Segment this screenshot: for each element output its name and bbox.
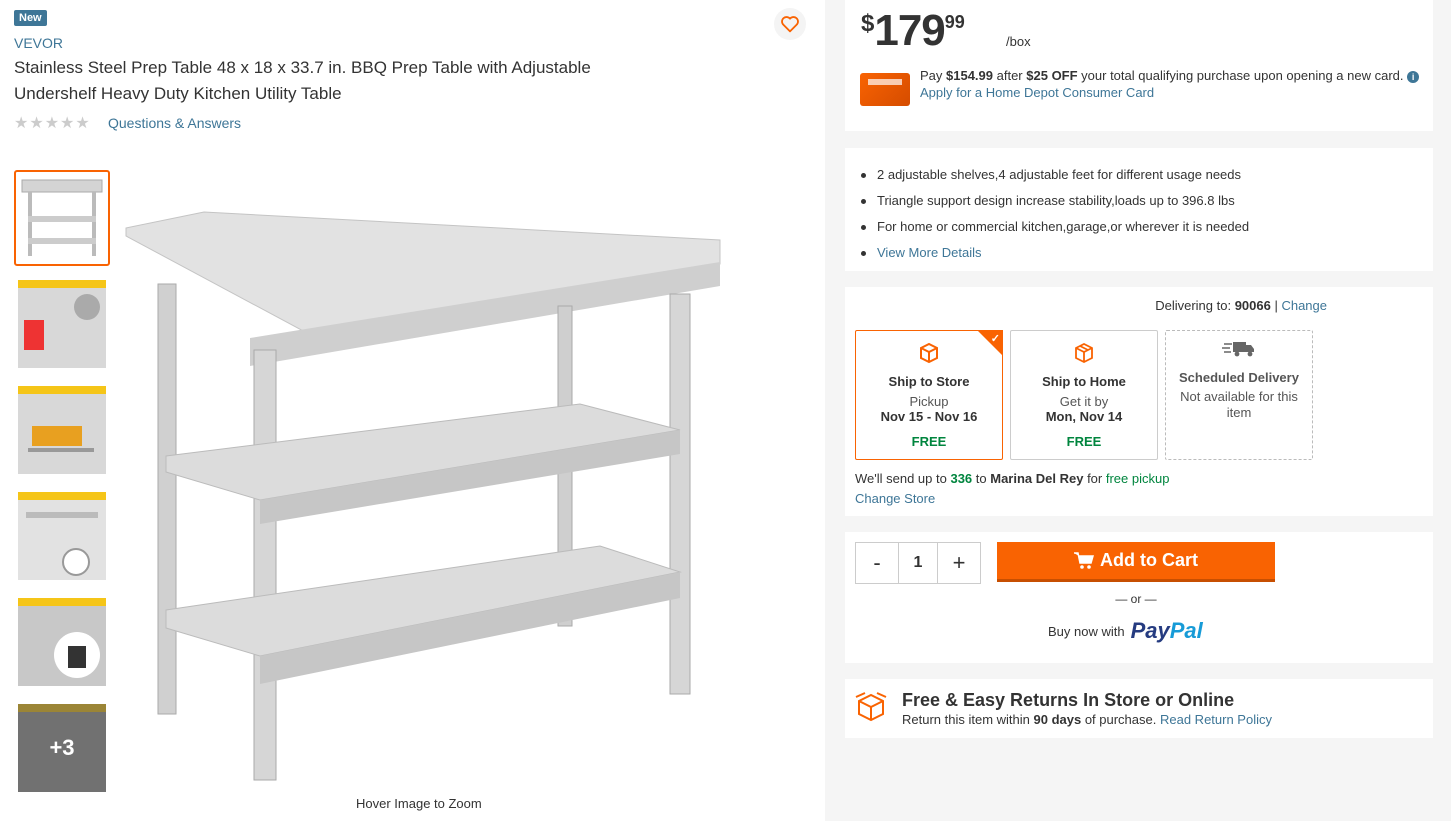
highlights-list: 2 adjustable shelves,4 adjustable feet f… bbox=[861, 162, 1249, 266]
send-quantity: 336 bbox=[950, 471, 973, 486]
hover-zoom-hint: Hover Image to Zoom bbox=[356, 796, 482, 811]
returns-box-icon bbox=[855, 692, 887, 722]
view-more-item: View More Details bbox=[861, 240, 1249, 266]
price-cents: 99 bbox=[944, 12, 965, 32]
delivering-to: Delivering to: 90066 | Change bbox=[1155, 298, 1327, 313]
option-scheduled-delivery: Scheduled Delivery Not available for thi… bbox=[1165, 330, 1313, 460]
thumbnail-more[interactable]: +3 bbox=[14, 700, 110, 796]
option-name: Ship to Store bbox=[888, 374, 970, 389]
main-product-image[interactable] bbox=[120, 200, 730, 800]
credit-rest-text: your total qualifying purchase upon open… bbox=[1077, 68, 1408, 83]
increase-qty-button[interactable]: + bbox=[938, 543, 980, 583]
send-to-text: to bbox=[972, 471, 991, 486]
thumbnail-1[interactable] bbox=[14, 170, 110, 266]
add-to-cart-button[interactable]: Add to Cart bbox=[997, 542, 1275, 582]
delivering-to-label: Delivering to: bbox=[1155, 298, 1235, 313]
delivery-card: Delivering to: 90066 | Change ✓ Ship to … bbox=[845, 287, 1433, 516]
returns-icon-wrap bbox=[855, 692, 887, 727]
option-name: Ship to Home bbox=[1042, 374, 1126, 389]
check-icon: ✓ bbox=[990, 333, 1000, 345]
send-message: We'll send up to 336 to Marina Del Rey f… bbox=[855, 471, 1169, 486]
free-pickup-text: free pickup bbox=[1105, 471, 1170, 486]
option-price: FREE bbox=[1066, 434, 1102, 449]
change-store-link[interactable]: Change Store bbox=[855, 491, 935, 506]
price-whole: 179 bbox=[874, 6, 945, 55]
quantity-input[interactable]: 1 bbox=[898, 543, 938, 583]
brand-link[interactable]: VEVOR bbox=[14, 35, 63, 51]
option-ship-to-home[interactable]: Ship to Home Get it by Mon, Nov 14 FREE bbox=[1010, 330, 1158, 460]
store-name: Marina Del Rey bbox=[990, 471, 1084, 486]
cart-card: - 1 + Add to Cart — or — Buy now with Pa… bbox=[845, 532, 1433, 663]
or-divider: — or — bbox=[1115, 592, 1157, 606]
highlights-card: 2 adjustable shelves,4 adjustable feet f… bbox=[845, 148, 1433, 271]
paypal-logo-pay: Pay bbox=[1130, 618, 1170, 643]
thumbnail-3[interactable] bbox=[14, 382, 110, 478]
option-name: Scheduled Delivery bbox=[1179, 370, 1299, 385]
paypal-row: Buy now with PayPal bbox=[1048, 618, 1203, 644]
credit-amount: $154.99 bbox=[946, 68, 994, 83]
questions-answers-link[interactable]: Questions & Answers bbox=[108, 115, 241, 131]
view-more-details-link[interactable]: View More Details bbox=[877, 245, 982, 260]
add-to-cart-label: Add to Cart bbox=[1100, 550, 1198, 570]
read-return-policy-link[interactable]: Read Return Policy bbox=[1160, 712, 1272, 727]
favorite-button[interactable] bbox=[774, 8, 806, 40]
thumbnail-list: +3 bbox=[14, 170, 110, 806]
decrease-qty-button[interactable]: - bbox=[856, 543, 898, 583]
product-title: Stainless Steel Prep Table 48 x 18 x 33.… bbox=[14, 58, 591, 103]
option-line1: Pickup bbox=[909, 394, 949, 409]
highlight-item: For home or commercial kitchen,garage,or… bbox=[861, 214, 1249, 240]
delivery-separator: | bbox=[1270, 298, 1282, 313]
apply-card-link[interactable]: Apply for a Home Depot Consumer Card bbox=[920, 85, 1154, 100]
rating-stars: ★★★★★ bbox=[14, 115, 91, 132]
returns-title: Free & Easy Returns In Store or Online bbox=[902, 690, 1235, 710]
option-ship-to-store[interactable]: ✓ Ship to Store Pickup Nov 15 - Nov 16 F… bbox=[855, 330, 1003, 460]
buy-now-label: Buy now with bbox=[1048, 623, 1125, 639]
thumbnail-5[interactable] bbox=[14, 594, 110, 690]
product-buy-box: $17999 /box Pay $154.99 after $25 OFF yo… bbox=[825, 0, 1451, 821]
credit-pay-text: Pay bbox=[920, 68, 947, 83]
returns-subtitle: Return this item within 90 days of purch… bbox=[902, 712, 1272, 727]
package-icon bbox=[1075, 342, 1093, 364]
returns-days: 90 days bbox=[1033, 712, 1082, 727]
price-unit: /box bbox=[1006, 34, 1031, 49]
product-media-column: New VEVOR Stainless Steel Prep Table 48 … bbox=[0, 0, 825, 821]
option-note: Not available for this item bbox=[1180, 389, 1298, 420]
highlight-item: Triangle support design increase stabili… bbox=[861, 188, 1249, 214]
option-date: Nov 15 - Nov 16 bbox=[880, 409, 978, 424]
send-prefix: We'll send up to bbox=[855, 471, 951, 486]
option-price: FREE bbox=[911, 434, 947, 449]
paypal-logo-pal: Pal bbox=[1169, 618, 1203, 643]
delivery-zip: 90066 bbox=[1234, 298, 1271, 313]
credit-offer: Pay $154.99 after $25 OFF your total qua… bbox=[920, 67, 1420, 101]
info-icon[interactable]: i bbox=[1407, 71, 1420, 83]
returns-sub-suffix: of purchase. bbox=[1081, 712, 1160, 727]
returns-sub-prefix: Return this item within bbox=[902, 712, 1034, 727]
new-badge: New bbox=[14, 10, 47, 26]
change-zip-link[interactable]: Change bbox=[1281, 298, 1327, 313]
quantity-stepper: - 1 + bbox=[855, 542, 981, 584]
price: $17999 bbox=[861, 6, 965, 56]
send-for-text: for bbox=[1083, 471, 1106, 486]
cart-icon bbox=[1074, 551, 1094, 569]
truck-icon bbox=[1222, 342, 1254, 357]
returns-card: Free & Easy Returns In Store or Online R… bbox=[845, 679, 1433, 738]
heart-icon bbox=[781, 16, 799, 33]
highlight-item: 2 adjustable shelves,4 adjustable feet f… bbox=[861, 162, 1249, 188]
store-box-icon bbox=[920, 342, 938, 364]
thumbnail-2[interactable] bbox=[14, 276, 110, 372]
credit-card-image bbox=[860, 73, 910, 106]
option-line1: Get it by bbox=[1059, 394, 1109, 409]
price-card: $17999 /box Pay $154.99 after $25 OFF yo… bbox=[845, 0, 1433, 131]
thumbnail-4[interactable] bbox=[14, 488, 110, 584]
credit-discount: $25 OFF bbox=[1026, 68, 1078, 83]
more-images-count: +3 bbox=[18, 704, 106, 792]
paypal-button[interactable]: PayPal bbox=[1131, 618, 1203, 644]
option-date: Mon, Nov 14 bbox=[1045, 409, 1123, 424]
price-currency: $ bbox=[861, 10, 875, 37]
credit-after-text: after bbox=[993, 68, 1027, 83]
